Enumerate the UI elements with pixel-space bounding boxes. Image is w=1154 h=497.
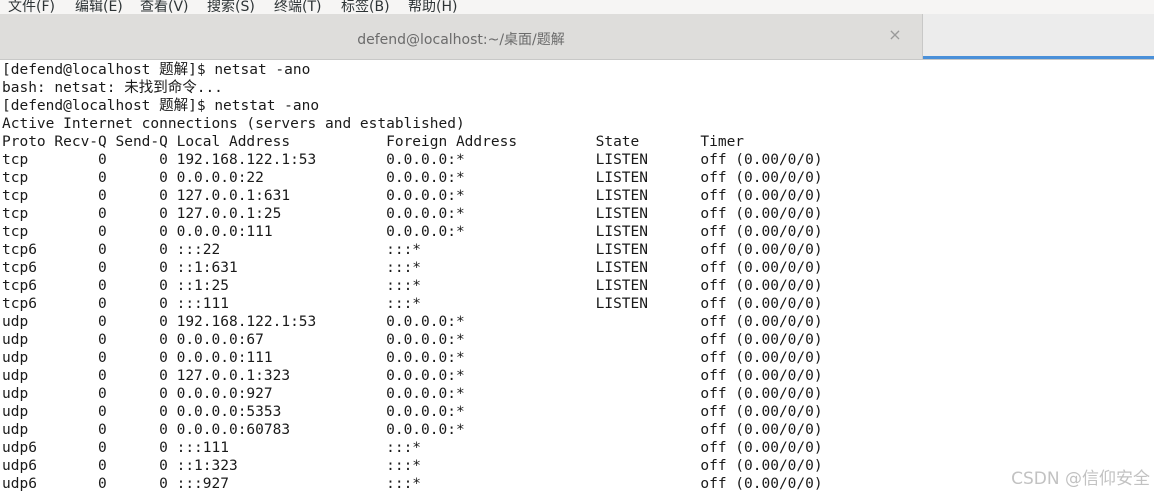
tab-empty-area[interactable] [923, 14, 1154, 59]
menu-help[interactable]: 帮助(H) [408, 0, 457, 14]
terminal-line: udp 0 0 0.0.0.0:60783 0.0.0.0:* off (0.0… [2, 422, 823, 438]
terminal-line: udp 0 0 0.0.0.0:111 0.0.0.0:* off (0.00/… [2, 350, 823, 366]
watermark: CSDN @信仰安全 [1011, 469, 1150, 489]
terminal-output[interactable]: [defend@localhost 题解]$ netsat -ano bash:… [0, 60, 1154, 497]
menu-view[interactable]: 查看(V) [140, 0, 189, 14]
menu-terminal[interactable]: 终端(T) [274, 0, 321, 14]
terminal-line: udp 0 0 0.0.0.0:927 0.0.0.0:* off (0.00/… [2, 386, 823, 402]
terminal-line: tcp 0 0 127.0.0.1:25 0.0.0.0:* LISTEN of… [2, 206, 823, 222]
terminal-line: Proto Recv-Q Send-Q Local Address Foreig… [2, 134, 745, 150]
terminal-line: udp 0 0 0.0.0.0:5353 0.0.0.0:* off (0.00… [2, 404, 823, 420]
terminal-line: bash: netsat: 未找到命令... [2, 80, 223, 96]
terminal-line: udp6 0 0 :::927 :::* off (0.00/0/0) [2, 476, 823, 492]
terminal-line: tcp 0 0 0.0.0.0:22 0.0.0.0:* LISTEN off … [2, 170, 823, 186]
terminal-line: udp6 0 0 :::111 :::* off (0.00/0/0) [2, 440, 823, 456]
tab-terminal[interactable]: defend@localhost:~/桌面/题解 × [0, 14, 923, 59]
terminal-line: tcp6 0 0 :::111 :::* LISTEN off (0.00/0/… [2, 296, 823, 312]
terminal-line: tcp 0 0 0.0.0.0:111 0.0.0.0:* LISTEN off… [2, 224, 823, 240]
menu-bar: 文件(F) 编辑(E) 查看(V) 搜索(S) 终端(T) 标签(B) 帮助(H… [0, 0, 1154, 14]
terminal-line: udp 0 0 127.0.0.1:323 0.0.0.0:* off (0.0… [2, 368, 823, 384]
terminal-line: [defend@localhost 题解]$ netsat -ano [2, 62, 311, 78]
terminal-line: udp 0 0 192.168.122.1:53 0.0.0.0:* off (… [2, 314, 823, 330]
terminal-line: udp6 0 0 ::1:323 :::* off (0.00/0/0) [2, 458, 823, 474]
terminal-line: tcp6 0 0 ::1:25 :::* LISTEN off (0.00/0/… [2, 278, 823, 294]
terminal-line: udp 0 0 0.0.0.0:67 0.0.0.0:* off (0.00/0… [2, 332, 823, 348]
tab-title: defend@localhost:~/桌面/题解 [357, 32, 565, 48]
terminal-line: tcp6 0 0 :::22 :::* LISTEN off (0.00/0/0… [2, 242, 823, 258]
terminal-line: tcp 0 0 127.0.0.1:631 0.0.0.0:* LISTEN o… [2, 188, 823, 204]
terminal-line: Active Internet connections (servers and… [2, 116, 465, 132]
menu-file[interactable]: 文件(F) [8, 0, 55, 14]
terminal-line: tcp6 0 0 ::1:631 :::* LISTEN off (0.00/0… [2, 260, 823, 276]
close-icon[interactable]: × [886, 26, 904, 44]
tab-bar: defend@localhost:~/桌面/题解 × [0, 14, 1154, 60]
menu-search[interactable]: 搜索(S) [207, 0, 255, 14]
menu-edit[interactable]: 编辑(E) [75, 0, 123, 14]
menu-tabs[interactable]: 标签(B) [341, 0, 390, 14]
terminal-line: [defend@localhost 题解]$ netstat -ano [2, 98, 320, 114]
terminal-line: tcp 0 0 192.168.122.1:53 0.0.0.0:* LISTE… [2, 152, 823, 168]
